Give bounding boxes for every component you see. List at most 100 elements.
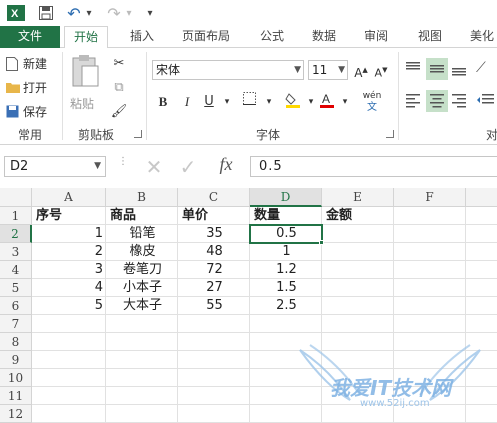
row-header[interactable]: 4: [0, 261, 32, 279]
font-color-dropdown-icon[interactable]: ▾: [336, 92, 354, 112]
cell-a2[interactable]: 1: [33, 225, 106, 243]
cell-c4[interactable]: 72: [179, 261, 250, 279]
row-header[interactable]: 3: [0, 243, 32, 261]
row-header[interactable]: 1: [0, 207, 32, 225]
cell-d2[interactable]: 0.5: [251, 225, 322, 243]
underline-dropdown-icon[interactable]: ▾: [218, 92, 236, 112]
row-header[interactable]: 9: [0, 351, 32, 369]
column-header-d[interactable]: D: [250, 188, 322, 207]
cell-a6[interactable]: 5: [33, 297, 106, 315]
phonetic-guide-button[interactable]: wén 文: [358, 90, 386, 113]
redo-icon[interactable]: ↷: [104, 3, 124, 23]
column-header-f[interactable]: F: [394, 188, 466, 207]
select-all-corner[interactable]: [0, 188, 32, 207]
increase-font-icon[interactable]: A▲: [352, 60, 370, 80]
align-center-icon[interactable]: [426, 90, 448, 112]
cell-c2[interactable]: 35: [179, 225, 250, 243]
font-name-dropdown[interactable]: 宋体 ▼: [152, 60, 304, 80]
save-button[interactable]: 保存: [6, 102, 47, 121]
row-header[interactable]: 2: [0, 225, 32, 243]
column-header-b[interactable]: B: [106, 188, 178, 207]
redo-dropdown-icon[interactable]: ▾: [124, 3, 134, 23]
fill-handle[interactable]: [319, 240, 324, 245]
format-painter-icon[interactable]: 🖌: [110, 102, 128, 122]
align-left-icon[interactable]: [404, 92, 424, 112]
cell-b3[interactable]: 橡皮: [107, 243, 178, 261]
borders-dropdown-icon[interactable]: ▾: [260, 92, 278, 112]
tab-review[interactable]: 审阅: [356, 26, 396, 48]
font-size-dropdown[interactable]: 11 ▼: [308, 60, 348, 80]
cell-b4[interactable]: 卷笔刀: [107, 261, 178, 279]
font-launcher-icon[interactable]: [386, 130, 394, 138]
row-header[interactable]: 12: [0, 405, 32, 423]
orientation-icon[interactable]: ⟋: [476, 60, 496, 80]
cell-c1[interactable]: 单价: [179, 207, 250, 225]
tab-beautify[interactable]: 美化: [462, 26, 497, 48]
tab-formulas[interactable]: 公式: [252, 26, 292, 48]
column-header-a[interactable]: A: [32, 188, 106, 207]
cell-a4[interactable]: 3: [33, 261, 106, 279]
new-button[interactable]: 新建: [6, 54, 47, 73]
cell-d6[interactable]: 2.5: [251, 297, 322, 315]
cut-icon[interactable]: ✂: [110, 54, 128, 74]
cell-b5[interactable]: 小本子: [107, 279, 178, 297]
font-color-icon[interactable]: A: [318, 92, 336, 112]
cell-a3[interactable]: 2: [33, 243, 106, 261]
tab-home[interactable]: 开始: [64, 26, 108, 49]
cell-d5[interactable]: 1.5: [251, 279, 322, 297]
paste-label: 粘贴: [70, 97, 95, 111]
enter-icon[interactable]: ✓: [176, 155, 200, 179]
tab-data[interactable]: 数据: [304, 26, 344, 48]
tab-page-layout[interactable]: 页面布局: [174, 26, 238, 48]
clipboard-launcher-icon[interactable]: [134, 130, 142, 138]
row-header[interactable]: 10: [0, 369, 32, 387]
cancel-icon[interactable]: ✕: [142, 155, 166, 179]
align-top-icon[interactable]: [404, 60, 424, 80]
decrease-font-icon[interactable]: A▼: [372, 60, 390, 80]
save-icon[interactable]: [36, 3, 56, 23]
copy-icon[interactable]: ⧉: [110, 78, 128, 98]
row-header[interactable]: 11: [0, 387, 32, 405]
cell-c5[interactable]: 27: [179, 279, 250, 297]
cell-d4[interactable]: 1.2: [251, 261, 322, 279]
italic-button[interactable]: I: [178, 92, 196, 112]
cell-b2[interactable]: 铅笔: [107, 225, 178, 243]
column-header-g[interactable]: [466, 188, 497, 207]
bold-button[interactable]: B: [154, 92, 172, 112]
cell-e1[interactable]: 金额: [323, 207, 394, 225]
fill-color-icon[interactable]: [284, 92, 302, 112]
underline-button[interactable]: U: [200, 92, 218, 112]
insert-function-icon[interactable]: fx: [212, 154, 240, 176]
tab-view[interactable]: 视图: [410, 26, 450, 48]
tab-insert[interactable]: 插入: [122, 26, 162, 48]
column-header-e[interactable]: E: [322, 188, 394, 207]
decrease-indent-icon[interactable]: [476, 92, 496, 112]
tab-file[interactable]: 文件: [0, 26, 60, 48]
undo-icon[interactable]: ↶: [64, 3, 84, 23]
paste-icon: [72, 55, 99, 87]
cell-b6[interactable]: 大本子: [107, 297, 178, 315]
name-box[interactable]: D2 ▼: [4, 156, 106, 177]
align-right-icon[interactable]: [450, 92, 470, 112]
drag-handle-icon[interactable]: ⋮: [118, 157, 128, 174]
cell-b1[interactable]: 商品: [107, 207, 178, 225]
row-header[interactable]: 6: [0, 297, 32, 315]
row-header[interactable]: 5: [0, 279, 32, 297]
customize-qat-icon[interactable]: ▾: [144, 3, 156, 23]
row-header[interactable]: 7: [0, 315, 32, 333]
cell-c3[interactable]: 48: [179, 243, 250, 261]
open-button[interactable]: 打开: [6, 78, 47, 97]
paste-button[interactable]: 粘贴: [70, 54, 106, 122]
cell-c6[interactable]: 55: [179, 297, 250, 315]
cell-d1[interactable]: 数量: [251, 207, 322, 225]
cell-d3[interactable]: 1: [251, 243, 322, 261]
align-middle-icon[interactable]: [426, 58, 448, 80]
undo-dropdown-icon[interactable]: ▾: [84, 3, 94, 23]
formula-input[interactable]: 0.5: [250, 156, 497, 177]
cell-a5[interactable]: 4: [33, 279, 106, 297]
borders-icon[interactable]: [240, 92, 258, 112]
row-header[interactable]: 8: [0, 333, 32, 351]
align-bottom-icon[interactable]: [450, 60, 470, 80]
column-header-c[interactable]: C: [178, 188, 250, 207]
cell-a1[interactable]: 序号: [33, 207, 106, 225]
